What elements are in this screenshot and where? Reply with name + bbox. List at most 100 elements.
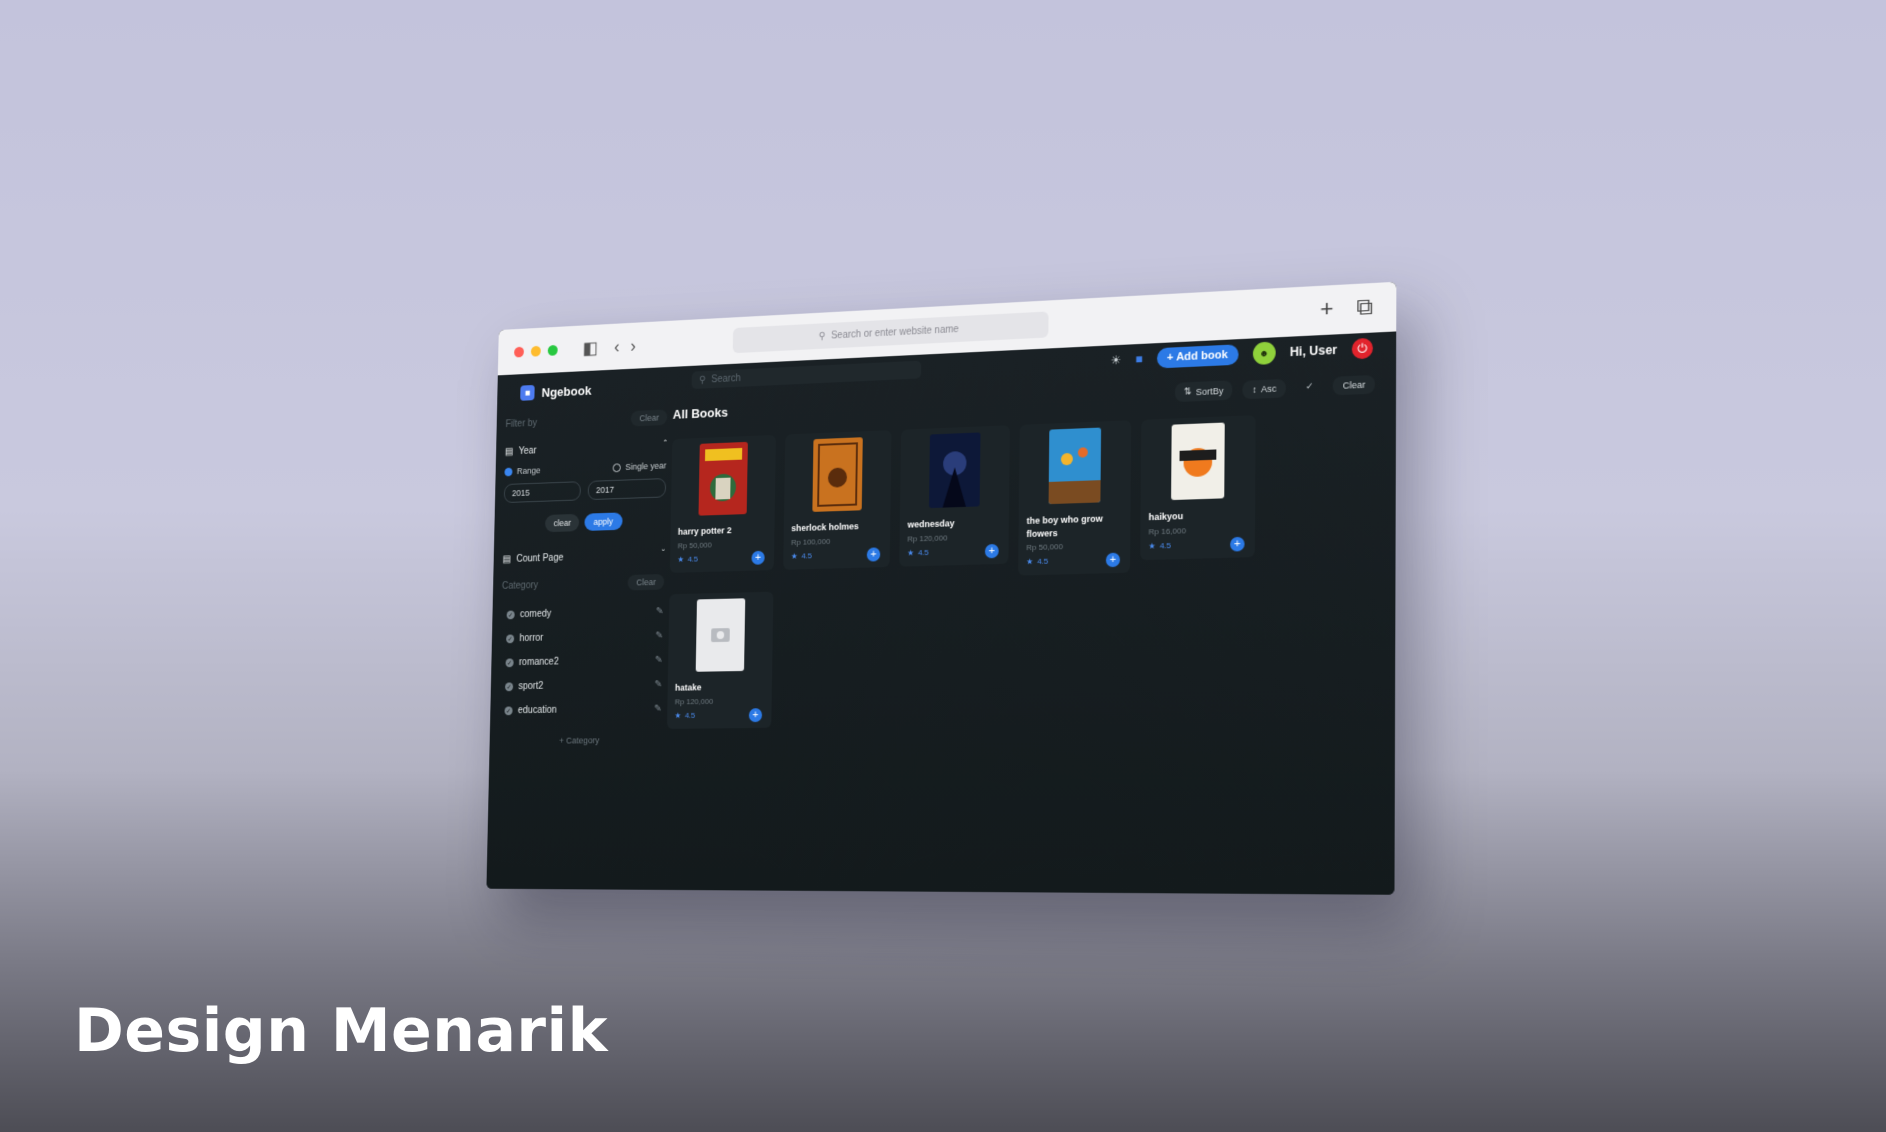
category-item[interactable]: ✓ romance2 ✎ xyxy=(500,648,663,675)
add-to-cart-button[interactable]: + xyxy=(748,708,763,723)
theme-toggle-icon[interactable]: ☀ xyxy=(1110,353,1121,368)
confirm-check-icon[interactable]: ✓ xyxy=(1296,376,1323,397)
book-card[interactable]: haikyou Rp 16,000 ★ 4.5 + xyxy=(1140,415,1256,561)
book-rating: 4.5 xyxy=(684,710,696,720)
chevron-down-icon[interactable]: ˇ xyxy=(662,550,665,561)
edit-pencil-icon[interactable]: ✎ xyxy=(654,704,662,715)
check-icon: ✓ xyxy=(505,658,514,668)
sort-order-icon: ↕ xyxy=(1252,383,1257,395)
edit-pencil-icon[interactable]: ✎ xyxy=(655,630,663,641)
edit-pencil-icon[interactable]: ✎ xyxy=(654,679,662,690)
maximize-window-button[interactable] xyxy=(547,344,558,356)
book-title: the boy who grow flowers xyxy=(1026,513,1103,540)
year-to-input[interactable]: 2017 xyxy=(587,478,667,501)
book-cover xyxy=(698,441,748,516)
stage: ◧ ‹ › ⚲ Search or enter website name + ⧉… xyxy=(0,0,1886,1132)
check-icon: ✓ xyxy=(504,706,513,716)
back-icon[interactable]: ‹ xyxy=(614,336,620,356)
single-year-label: Single year xyxy=(625,460,667,472)
book-title: harry potter 2 xyxy=(677,525,732,537)
app: ■ Ngebook ⚲ Search ☀ ■ + Add book ☻ Hi, … xyxy=(486,331,1397,895)
order-button[interactable]: ↕ Asc xyxy=(1242,378,1286,399)
year-clear-button[interactable]: clear xyxy=(545,513,580,533)
book-card[interactable]: harry potter 2 Rp 50,000 ★ 4.5 + xyxy=(669,434,776,573)
add-to-cart-button[interactable]: + xyxy=(984,543,999,559)
count-page-section-header[interactable]: ▤ Count Page ˇ xyxy=(502,550,664,565)
check-icon: ✓ xyxy=(506,634,515,644)
tabs-overview-icon[interactable]: ⧉ xyxy=(1356,293,1373,321)
star-icon: ★ xyxy=(674,711,682,721)
search-input[interactable]: ⚲ Search xyxy=(691,360,922,390)
book-price: Rp 100,000 xyxy=(791,536,831,547)
category-list: ✓ comedy ✎ ✓ horror ✎ ✓ romance2 ✎ ✓ sport2 … xyxy=(499,599,664,723)
book-rating: 4.5 xyxy=(687,554,699,564)
book-cover xyxy=(1048,427,1102,505)
category-name: comedy xyxy=(519,608,552,620)
user-greeting[interactable]: Hi, User xyxy=(1290,343,1337,360)
clear-sort-button[interactable]: Clear xyxy=(1333,374,1375,395)
new-tab-icon[interactable]: + xyxy=(1320,295,1334,322)
year-label: Year xyxy=(518,445,537,457)
browser-window: ◧ ‹ › ⚲ Search or enter website name + ⧉… xyxy=(486,281,1397,895)
add-to-cart-button[interactable]: + xyxy=(1230,536,1245,552)
book-cover xyxy=(1171,422,1225,501)
chevron-up-icon[interactable]: ˆ xyxy=(664,440,667,451)
sort-by-button[interactable]: ⇅ SortBy xyxy=(1174,380,1233,403)
book-rating: 4.5 xyxy=(917,547,929,558)
edit-pencil-icon[interactable]: ✎ xyxy=(656,606,664,617)
clear-filters-button[interactable]: Clear xyxy=(631,409,668,427)
book-price: Rp 120,000 xyxy=(674,696,714,707)
category-item[interactable]: ✓ education ✎ xyxy=(499,697,662,723)
book-cover xyxy=(929,432,981,509)
logout-icon[interactable]: ⏻ xyxy=(1351,337,1373,360)
brand-name: Ngebook xyxy=(541,382,592,400)
calendar-icon: ▤ xyxy=(504,446,514,458)
edit-pencil-icon[interactable]: ✎ xyxy=(655,655,663,666)
avatar[interactable]: ☻ xyxy=(1252,341,1276,366)
clear-category-button[interactable]: Clear xyxy=(627,574,665,591)
star-icon: ★ xyxy=(790,551,798,561)
radio-empty-icon xyxy=(612,462,621,472)
star-icon: ★ xyxy=(1026,557,1034,567)
range-radio[interactable]: Range xyxy=(504,466,541,477)
category-item[interactable]: ✓ horror ✎ xyxy=(501,624,664,651)
address-bar[interactable]: ⚲ Search or enter website name xyxy=(732,311,1049,354)
add-to-cart-button[interactable]: + xyxy=(1105,552,1121,568)
star-icon: ★ xyxy=(907,548,915,558)
single-year-radio[interactable]: Single year xyxy=(612,460,667,473)
book-card[interactable]: wednesday Rp 120,000 ★ 4.5 + xyxy=(899,425,1010,567)
category-name: sport2 xyxy=(518,681,544,692)
add-category-button[interactable]: + Category xyxy=(498,735,661,746)
add-category-label: Category xyxy=(566,735,600,746)
sidebar-toggle-icon[interactable]: ◧ xyxy=(582,338,598,359)
star-icon: ★ xyxy=(1148,541,1156,551)
category-name: romance2 xyxy=(518,656,559,668)
book-rating: 4.5 xyxy=(1037,556,1049,567)
add-book-label: Add book xyxy=(1176,348,1228,364)
year-apply-button[interactable]: apply xyxy=(584,512,623,531)
search-icon: ⚲ xyxy=(698,374,706,386)
book-card[interactable]: the boy who grow flowers Rp 50,000 ★ 4.5 … xyxy=(1018,420,1132,576)
book-rating: 4.5 xyxy=(1159,540,1172,551)
filter-by-label: Filter by xyxy=(505,417,538,430)
brand[interactable]: ■ Ngebook xyxy=(520,382,592,401)
order-label: Asc xyxy=(1260,382,1277,394)
books-main: All Books ⇅ SortBy ↕ Asc ✓ Clear harry pot… xyxy=(664,374,1375,895)
add-book-button[interactable]: + Add book xyxy=(1156,344,1239,369)
close-window-button[interactable] xyxy=(514,346,525,358)
book-card[interactable]: hatake Rp 120,000 ★ 4.5 + xyxy=(666,591,774,729)
star-icon: ★ xyxy=(677,554,685,564)
minimize-window-button[interactable] xyxy=(530,345,541,357)
year-from-input[interactable]: 2015 xyxy=(503,481,581,504)
add-to-cart-button[interactable]: + xyxy=(866,547,881,562)
add-to-cart-button[interactable]: + xyxy=(751,550,765,565)
book-cover xyxy=(812,437,863,512)
category-item[interactable]: ✓ sport2 ✎ xyxy=(499,672,662,699)
sort-alpha-icon: ⇅ xyxy=(1183,386,1192,397)
shopping-bag-icon[interactable]: ■ xyxy=(1135,352,1142,367)
category-name: horror xyxy=(519,632,544,644)
forward-icon[interactable]: › xyxy=(630,336,636,356)
book-card[interactable]: sherlock holmes Rp 100,000 ★ 4.5 + xyxy=(783,430,892,570)
category-item[interactable]: ✓ comedy ✎ xyxy=(501,599,664,627)
year-section-header[interactable]: ▤ Year ˆ xyxy=(505,440,667,457)
